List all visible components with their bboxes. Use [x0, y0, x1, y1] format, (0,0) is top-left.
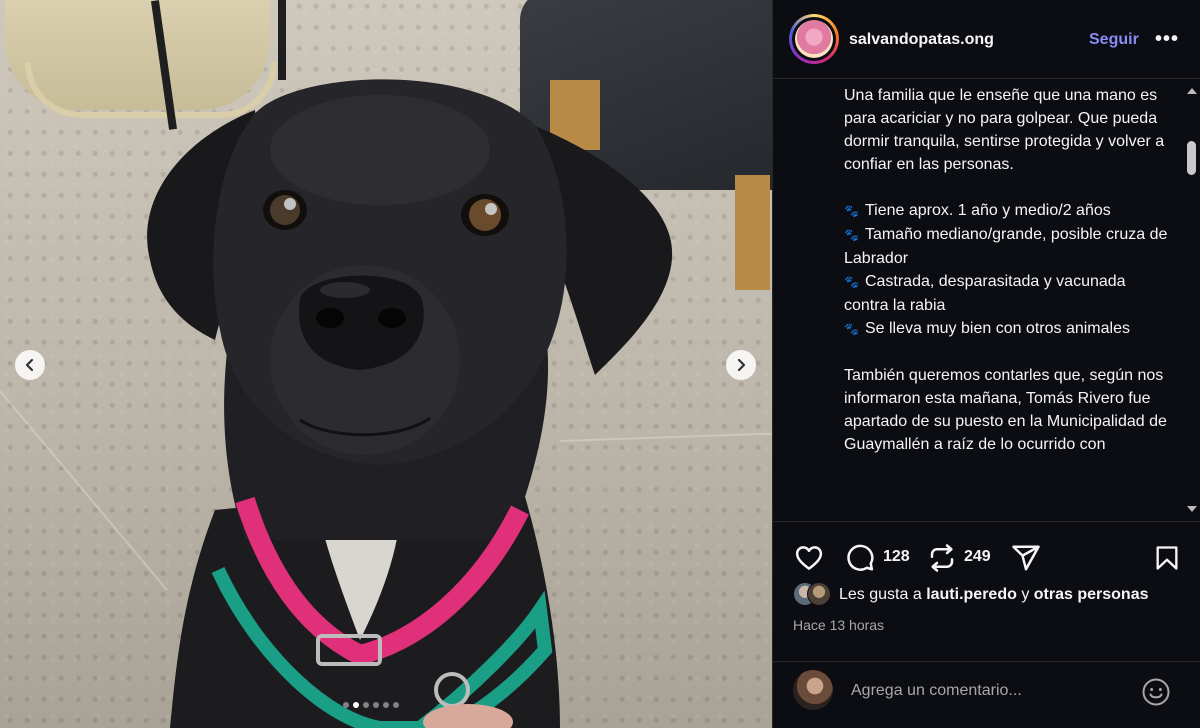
emoji-icon[interactable]	[1141, 677, 1171, 707]
post-header: salvandopatas.ong Seguir •••	[773, 0, 1200, 79]
previous-slide-button[interactable]	[15, 350, 45, 380]
liker-avatar	[807, 582, 831, 606]
caption-bullet: 🐾 Se lleva muy bien con otros animales	[844, 320, 1130, 337]
carousel-dot	[383, 702, 389, 708]
post-side-panel: salvandopatas.ong Seguir ••• Una familia…	[772, 0, 1200, 728]
more-options-button[interactable]: •••	[1155, 28, 1179, 51]
comments-count: 128	[883, 548, 910, 565]
caption-paragraph: También queremos contarles que, según no…	[844, 367, 1167, 453]
caption-bullet: 🐾 Tamaño mediano/grande, posible cruza de…	[844, 226, 1168, 267]
post-media[interactable]	[0, 0, 772, 728]
next-slide-button[interactable]	[726, 350, 756, 380]
repost-icon[interactable]	[927, 543, 957, 573]
comment-composer	[773, 661, 1200, 728]
carousel-dot	[343, 702, 349, 708]
comment-icon[interactable]	[845, 543, 875, 573]
caption-bullet: 🐾 Tiene aprox. 1 año y medio/2 años	[844, 202, 1111, 219]
avatar-frame	[792, 17, 836, 61]
dog-photo	[147, 79, 673, 728]
heart-icon[interactable]	[793, 543, 825, 573]
paw-icon: 🐾	[844, 322, 859, 336]
scroll-down-arrow-icon[interactable]	[1187, 506, 1197, 512]
scroll-thumb[interactable]	[1187, 141, 1196, 175]
profile-avatar[interactable]	[789, 14, 839, 64]
chevron-right-icon	[737, 358, 746, 372]
current-user-avatar	[793, 670, 833, 710]
caption-bullet: 🐾 Castrada, desparasitada y vacunada cont…	[844, 273, 1126, 314]
paw-icon: 🐾	[844, 228, 859, 242]
post-caption: Una familia que le enseñe que una mano e…	[844, 84, 1174, 456]
post-timestamp: Hace 13 horas	[793, 617, 885, 633]
scrollbar[interactable]	[1183, 79, 1199, 521]
scroll-up-arrow-icon[interactable]	[1187, 88, 1197, 94]
carousel-dot	[363, 702, 369, 708]
carousel-dot	[373, 702, 379, 708]
chevron-left-icon	[25, 358, 34, 372]
others-link[interactable]: otras personas	[1034, 586, 1149, 603]
liker-username-link[interactable]: lauti.peredo	[926, 586, 1017, 603]
bookmark-icon[interactable]	[1153, 543, 1181, 573]
paw-icon: 🐾	[844, 275, 859, 289]
org-logo	[795, 20, 833, 58]
follow-button[interactable]: Seguir	[1089, 31, 1139, 49]
paw-icon: 🐾	[844, 204, 859, 218]
username-link[interactable]: salvandopatas.ong	[849, 31, 994, 49]
caption-paragraph: Una familia que le enseñe que una mano e…	[844, 87, 1165, 173]
post-actions: 128 249 Les gusta a lauti.peredo y otras…	[773, 521, 1200, 661]
share-icon[interactable]	[1011, 543, 1041, 573]
carousel-dot-active	[353, 702, 359, 708]
carousel-indicator	[343, 702, 399, 708]
carousel-dot	[393, 702, 399, 708]
reposts-count: 249	[964, 548, 991, 565]
caption-scroll-area[interactable]: Una familia que le enseñe que una mano e…	[773, 79, 1200, 521]
comment-input[interactable]	[851, 682, 1131, 700]
likes-text: Les gusta a lauti.peredo y otras persona…	[839, 586, 1149, 603]
